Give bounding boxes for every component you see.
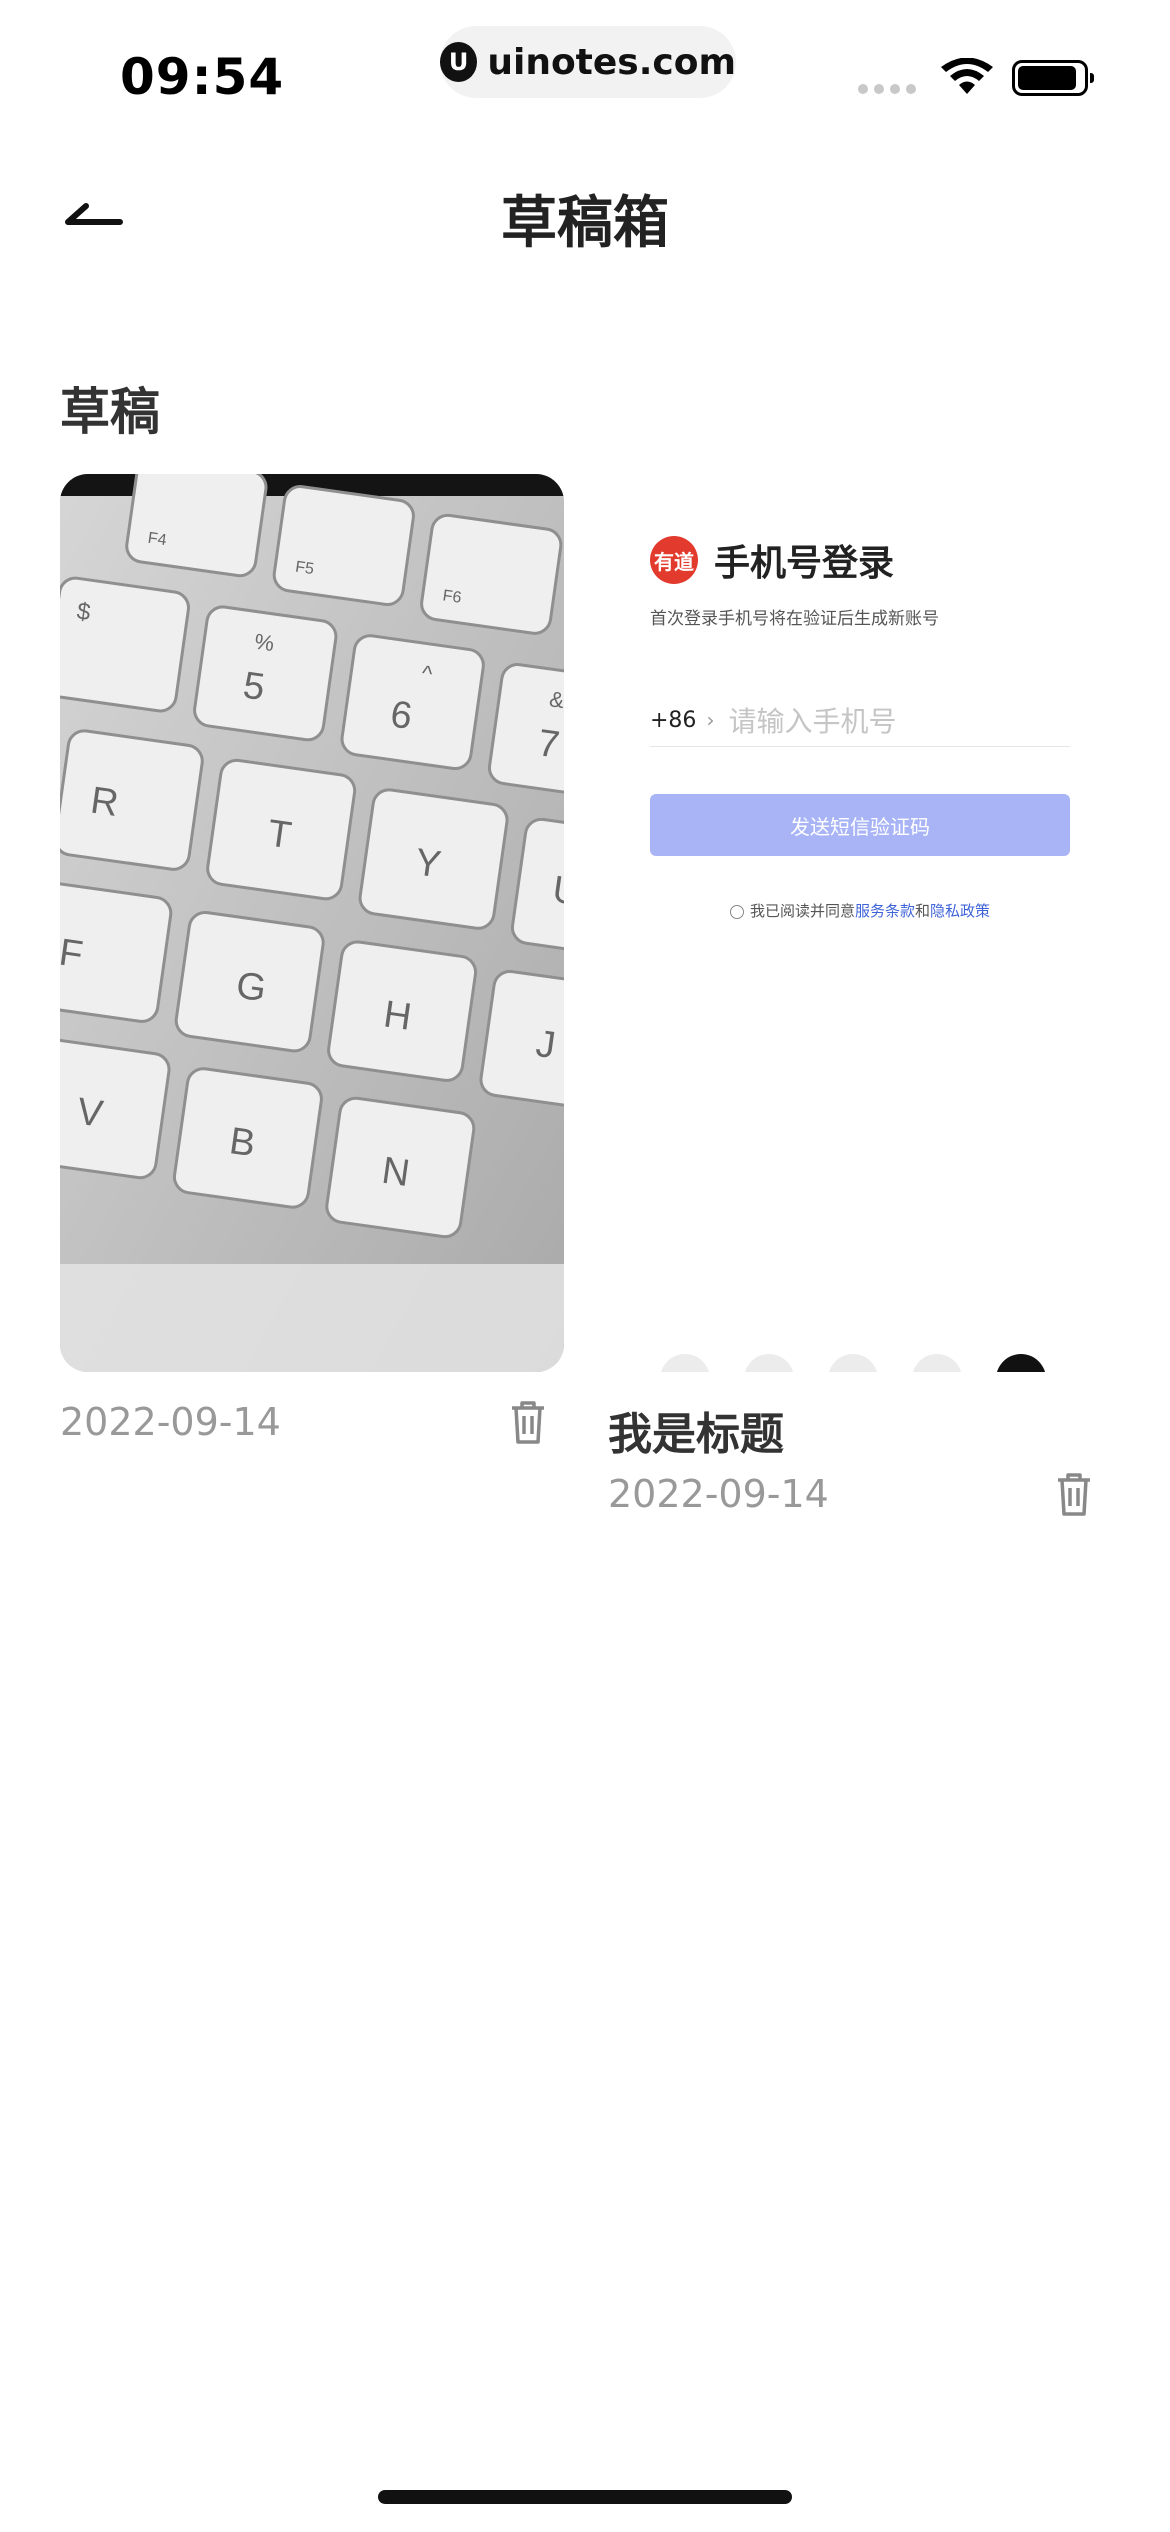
- draft-card-screenshot[interactable]: 有道 手机号登录 首次登录手机号将在验证后生成新账号 +86 › 请输入手机号 …: [610, 474, 1110, 1372]
- trash-icon[interactable]: [1054, 1472, 1094, 1518]
- battery-icon: [1012, 60, 1094, 96]
- login-header: 有道 手机号登录: [650, 534, 894, 586]
- key-label: F4: [147, 530, 168, 549]
- agree-prefix: 我已阅读并同意: [749, 902, 855, 920]
- privacy-link: 隐私政策: [930, 902, 991, 920]
- draft-date: 2022-09-14: [608, 1472, 829, 1516]
- key-label: H: [381, 993, 414, 1038]
- status-bar: 09:54 U uinotes.com: [0, 0, 1170, 130]
- social-icon: [912, 1354, 962, 1372]
- social-icon: [996, 1354, 1046, 1372]
- send-code-button: 发送短信验证码: [650, 794, 1070, 856]
- nav-bar: 草稿箱: [0, 170, 1170, 256]
- agree-and: 和: [915, 902, 931, 920]
- chevron-right-icon: ›: [706, 708, 715, 732]
- url-text: uinotes.com: [487, 41, 736, 83]
- agree-radio-icon: [729, 904, 744, 919]
- login-subtitle: 首次登录手机号将在验证后生成新账号: [650, 609, 939, 629]
- key-label: &: [548, 686, 564, 713]
- wifi-icon: [941, 58, 993, 94]
- key-label: F5: [294, 559, 315, 578]
- social-icon: [744, 1354, 794, 1372]
- status-time: 09:54: [120, 48, 285, 106]
- phone-placeholder: 请输入手机号: [728, 705, 897, 738]
- trash-icon[interactable]: [508, 1400, 548, 1446]
- youdao-logo-icon: 有道: [650, 536, 698, 584]
- draft-card-image[interactable]: F4 F5 F6 $ % 5 ^ 6 & 7 R T Y U F G H J V…: [60, 474, 564, 1372]
- cellular-signal-icon: [858, 84, 916, 94]
- draft-date: 2022-09-14: [60, 1400, 281, 1444]
- agreement-text: 我已阅读并同意服务条款和隐私政策: [610, 900, 1110, 921]
- phone-input-row: +86 › 请输入手机号: [650, 694, 1070, 747]
- social-login-icons: [660, 1354, 1046, 1372]
- keyboard-photo: F4 F5 F6 $ % 5 ^ 6 & 7 R T Y U F G H J V…: [60, 474, 564, 1372]
- home-indicator[interactable]: [378, 2490, 792, 2504]
- login-heading: 手机号登录: [714, 543, 895, 584]
- social-icon: [828, 1354, 878, 1372]
- section-title: 草稿: [60, 383, 160, 441]
- site-logo-icon: U: [440, 42, 478, 82]
- key-label: %: [253, 629, 276, 656]
- url-pill[interactable]: U uinotes.com: [440, 26, 736, 98]
- key-label: G: [234, 965, 269, 1011]
- key-label: R: [88, 780, 121, 825]
- country-code: +86: [650, 707, 697, 733]
- social-icon: [660, 1354, 710, 1372]
- key-label: N: [379, 1150, 412, 1195]
- key-label: F6: [442, 587, 463, 606]
- draft-title: 我是标题: [608, 1409, 784, 1460]
- page-title: 草稿箱: [501, 191, 669, 256]
- terms-link: 服务条款: [854, 902, 915, 920]
